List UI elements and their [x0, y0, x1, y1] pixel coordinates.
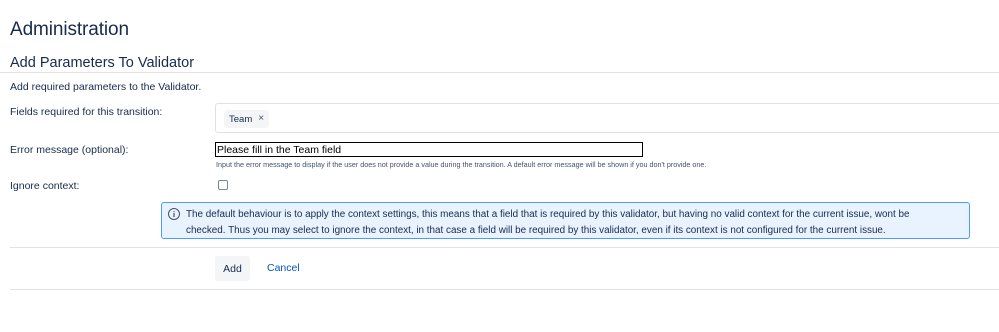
section-divider — [0, 72, 999, 73]
page-title: Administration — [10, 19, 129, 40]
actions-divider — [10, 247, 999, 248]
add-button[interactable]: Add — [215, 256, 250, 281]
fields-multiselect[interactable]: Team × — [215, 103, 999, 133]
section-subtitle: Add required parameters to the Validator… — [10, 81, 202, 93]
footer-divider — [10, 289, 999, 290]
error-message-input[interactable] — [215, 142, 643, 157]
info-message-text: The default behaviour is to apply the co… — [186, 207, 966, 238]
ignore-context-checkbox[interactable] — [218, 180, 228, 190]
error-message-label: Error message (optional): — [10, 144, 129, 156]
error-message-help: Input the error message to display if th… — [216, 160, 707, 169]
info-icon: i — [168, 208, 180, 220]
info-message: i The default behaviour is to apply the … — [161, 202, 970, 239]
cancel-link[interactable]: Cancel — [267, 262, 300, 274]
remove-chip-icon[interactable]: × — [258, 114, 264, 124]
field-chip-label: Team — [229, 113, 253, 125]
info-message-line2: checked. Thus you may select to ignore t… — [186, 224, 886, 236]
ignore-context-label: Ignore context: — [10, 180, 80, 192]
info-message-line1: The default behaviour is to apply the co… — [186, 209, 910, 220]
field-chip-team: Team × — [224, 110, 270, 128]
section-title: Add Parameters To Validator — [10, 55, 195, 71]
fields-label: Fields required for this transition: — [10, 106, 163, 118]
